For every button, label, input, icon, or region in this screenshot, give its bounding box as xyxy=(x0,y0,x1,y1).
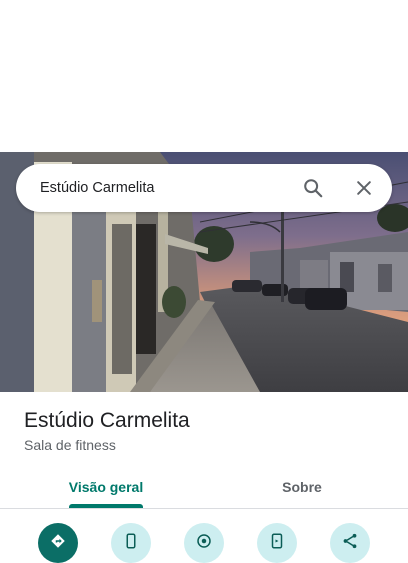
tab-about[interactable]: Sobre xyxy=(232,466,372,508)
share-button[interactable] xyxy=(330,523,370,563)
tab-bar: Visão geral Sobre xyxy=(0,466,408,509)
tab-overview[interactable]: Visão geral xyxy=(36,466,176,508)
call-button[interactable] xyxy=(111,523,151,563)
phone-icon xyxy=(122,523,140,555)
directions-icon xyxy=(49,523,67,555)
send-to-phone-icon xyxy=(268,523,286,555)
close-icon[interactable] xyxy=(352,176,376,200)
search-icon[interactable] xyxy=(301,176,325,200)
place-category: Sala de fitness xyxy=(24,437,116,453)
share-icon xyxy=(341,523,359,555)
nearby-button[interactable] xyxy=(184,523,224,563)
nearby-icon xyxy=(195,523,213,555)
place-title: Estúdio Carmelita xyxy=(24,409,190,432)
search-bar[interactable]: Estúdio Carmelita xyxy=(16,164,392,212)
directions-button[interactable] xyxy=(38,523,78,563)
search-input[interactable]: Estúdio Carmelita xyxy=(40,180,301,196)
tab-selected-indicator xyxy=(69,504,143,508)
send-to-phone-button[interactable] xyxy=(257,523,297,563)
